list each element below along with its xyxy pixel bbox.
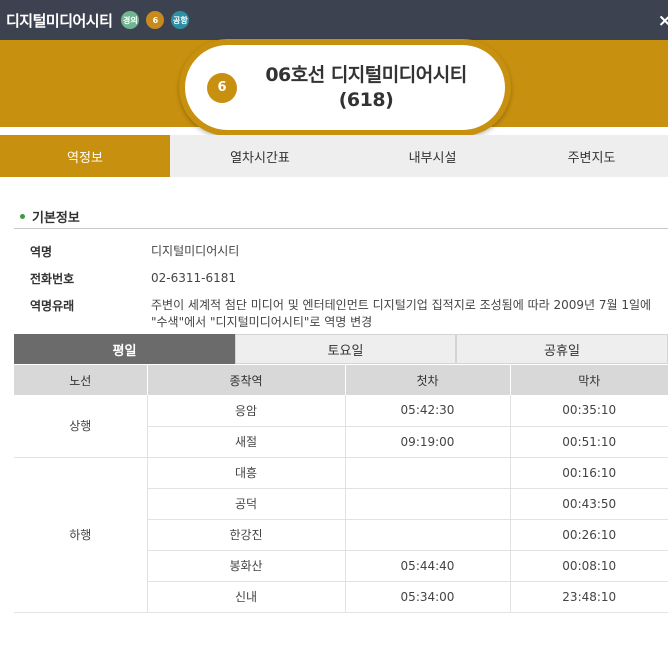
tab-area-map[interactable]: 주변지도 — [515, 135, 668, 177]
table-row: 하행 대흥 00:16:10 — [14, 457, 668, 613]
first-train-cell: 05:42:30 — [344, 395, 510, 427]
direction-down: 하행 — [14, 457, 147, 613]
info-value-origin: 주변이 세계적 첨단 미디어 및 엔터테인먼트 디지털기업 집적지로 조성됨에 … — [151, 298, 652, 329]
line-number-badge: 6 — [207, 72, 237, 103]
line-badge-airport: 공항 — [171, 11, 190, 29]
last-train-cell: 00:51:10 — [509, 426, 668, 458]
info-value-phone: 02-6311-6181 — [151, 271, 237, 285]
table-header-row: 노선 종착역 첫차 막차 — [14, 365, 668, 395]
first-train-cell: 05:34:00 — [344, 581, 510, 613]
first-train-cell: 09:19:00 — [344, 426, 510, 458]
first-train-cell: 05:44:40 — [344, 550, 510, 582]
info-label-origin: 역명유래 — [30, 299, 75, 313]
last-train-cell: 00:43:50 — [509, 488, 668, 520]
last-train-cell: 00:08:10 — [509, 550, 668, 582]
section-title: 기본정보 — [32, 211, 80, 226]
info-label-phone: 전화번호 — [30, 272, 75, 286]
station-pill-inner: 6 06호선 디지털미디어시티 (618) — [185, 45, 505, 130]
bullet-icon — [20, 214, 25, 219]
table-row: 상행 응암 05:42:30 00:35:10 — [14, 395, 668, 458]
line-badge-6: 6 — [146, 11, 165, 29]
tab-holiday[interactable]: 공휴일 — [456, 334, 668, 364]
close-icon[interactable]: × — [658, 11, 668, 31]
col-header-terminal: 종착역 — [146, 365, 345, 395]
last-train-cell: 00:26:10 — [509, 519, 668, 551]
window-title: 디지털미디어시티 — [6, 11, 113, 30]
first-train-cell — [344, 519, 510, 551]
terminal-cell: 공덕 — [146, 488, 345, 520]
terminal-cell: 한강진 — [146, 519, 345, 551]
col-header-first: 첫차 — [344, 365, 510, 395]
terminal-cell: 대흥 — [146, 457, 345, 489]
line-badge-gyeongui: 경의 — [121, 11, 140, 29]
tab-timetable[interactable]: 열차시간표 — [170, 135, 350, 177]
first-train-cell — [344, 488, 510, 520]
first-train-cell — [344, 457, 510, 489]
station-pill: 6 06호선 디지털미디어시티 (618) — [179, 39, 511, 136]
last-train-cell: 00:16:10 — [509, 457, 668, 489]
main-tabs: 역정보 열차시간표 내부시설 주변지도 — [0, 135, 668, 177]
last-train-cell: 00:35:10 — [509, 395, 668, 427]
col-header-line: 노선 — [14, 365, 147, 395]
info-value-name: 디지털미디어시티 — [151, 244, 240, 258]
section-divider — [14, 228, 668, 229]
direction-up: 상행 — [14, 395, 147, 458]
title-bar: 디지털미디어시티 경의 6 공항 × — [0, 0, 668, 40]
terminal-cell: 신내 — [146, 581, 345, 613]
col-header-last: 막차 — [509, 365, 668, 395]
station-title: 06호선 디지털미디어시티 (618) — [265, 63, 467, 111]
tab-saturday[interactable]: 토요일 — [235, 334, 456, 364]
tab-facilities[interactable]: 내부시설 — [350, 135, 515, 177]
terminal-cell: 응암 — [146, 395, 345, 427]
section-basic-info: 기본정보 — [20, 207, 80, 226]
last-train-cell: 23:48:10 — [509, 581, 668, 613]
terminal-cell: 새절 — [146, 426, 345, 458]
tab-station-info[interactable]: 역정보 — [0, 135, 170, 177]
terminal-cell: 봉화산 — [146, 550, 345, 582]
timetable: 노선 종착역 첫차 막차 상행 응암 05:42:30 00:35:10 새절 … — [14, 365, 668, 613]
info-label-name: 역명 — [30, 245, 53, 259]
day-tabs: 평일 토요일 공휴일 — [14, 334, 668, 364]
tab-weekday[interactable]: 평일 — [14, 334, 235, 364]
